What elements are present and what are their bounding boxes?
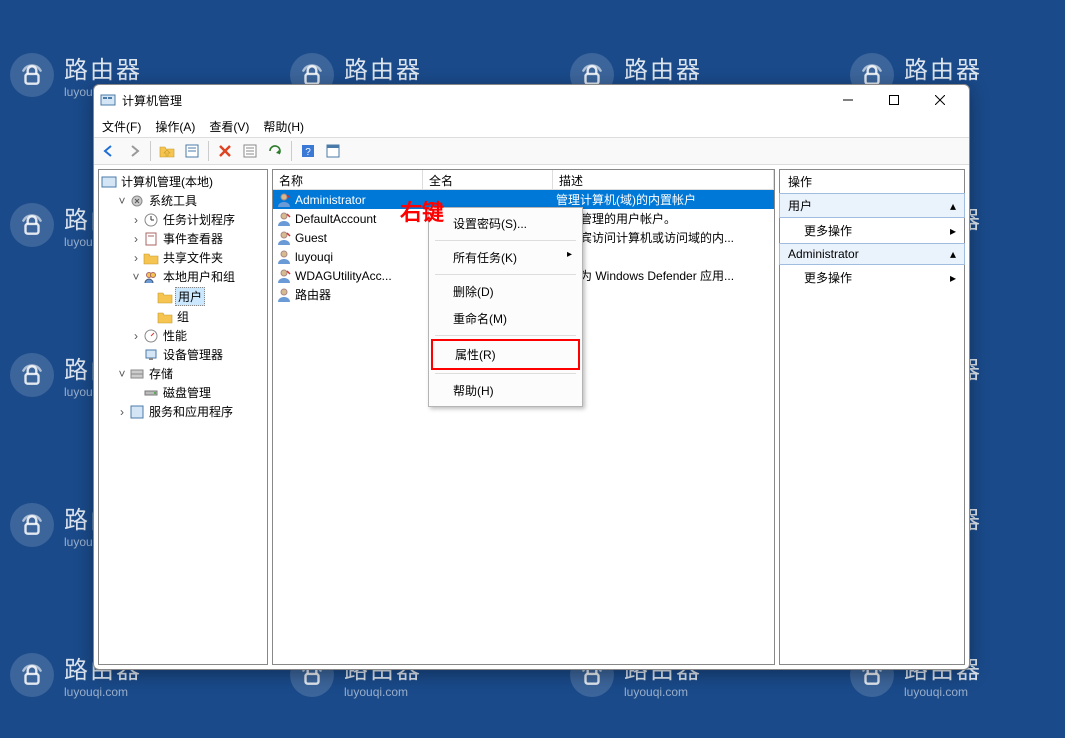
tree-task[interactable]: ›任务计划程序 xyxy=(129,210,265,229)
minimize-button[interactable] xyxy=(825,86,871,114)
ctx-delete[interactable]: 删除(D) xyxy=(431,278,580,305)
tree-groups[interactable]: 组 xyxy=(143,307,265,326)
col-desc[interactable]: 描述 xyxy=(553,170,774,189)
actions-section-users[interactable]: 用户▴ xyxy=(779,193,965,218)
actions-pane: 操作 用户▴ 更多操作▸ Administrator▴ 更多操作▸ xyxy=(779,169,965,665)
forward-button[interactable] xyxy=(123,140,145,162)
tree-perf[interactable]: ›性能 xyxy=(129,326,265,345)
user-icon xyxy=(276,287,292,303)
maximize-button[interactable] xyxy=(871,86,917,114)
refresh-button[interactable] xyxy=(264,140,286,162)
svg-text:?: ? xyxy=(305,147,311,158)
menu-help[interactable]: 帮助(H) xyxy=(257,116,310,137)
menu-file[interactable]: 文件(F) xyxy=(96,116,147,137)
tree-devmgr[interactable]: 设备管理器 xyxy=(129,345,265,364)
tree-users[interactable]: 用户 xyxy=(143,286,265,307)
ctx-setpwd[interactable]: 设置密码(S)... xyxy=(431,210,580,237)
actions-more-2[interactable]: 更多操作▸ xyxy=(780,264,964,291)
app-icon xyxy=(100,92,116,108)
export-button[interactable] xyxy=(322,140,344,162)
user-icon xyxy=(276,192,292,208)
menubar: 文件(F) 操作(A) 查看(V) 帮助(H) xyxy=(94,115,969,137)
user-icon xyxy=(276,268,292,284)
help-button[interactable]: ? xyxy=(297,140,319,162)
back-button[interactable] xyxy=(98,140,120,162)
annotation-rightclick: 右键 xyxy=(400,195,444,227)
tree-shared[interactable]: ›共享文件夹 xyxy=(129,248,265,267)
close-button[interactable] xyxy=(917,86,963,114)
collapse-icon: ▴ xyxy=(950,199,956,213)
tree-pane: 计算机管理(本地) ˅系统工具 ›任务计划程序 ›事件查看器 ›共享文件夹 ˅本… xyxy=(98,169,268,665)
tree-root[interactable]: 计算机管理(本地) xyxy=(101,172,265,191)
collapse-icon: ▴ xyxy=(950,247,956,261)
ctx-help[interactable]: 帮助(H) xyxy=(431,377,580,404)
actions-section-admin[interactable]: Administrator▴ xyxy=(779,243,965,265)
menu-action[interactable]: 操作(A) xyxy=(149,116,201,137)
list-button[interactable] xyxy=(239,140,261,162)
toolbar: ? xyxy=(94,137,969,165)
ctx-props[interactable]: 属性(R) xyxy=(431,339,580,370)
window-title: 计算机管理 xyxy=(122,92,825,109)
ctx-rename[interactable]: 重命名(M) xyxy=(431,305,580,332)
menu-view[interactable]: 查看(V) xyxy=(203,116,255,137)
up-button[interactable] xyxy=(156,140,178,162)
col-fullname[interactable]: 全名 xyxy=(423,170,553,189)
tree-event[interactable]: ›事件查看器 xyxy=(129,229,265,248)
user-icon xyxy=(276,249,292,265)
user-icon xyxy=(276,211,292,227)
actions-more-1[interactable]: 更多操作▸ xyxy=(780,217,964,244)
list-header: 名称 全名 描述 xyxy=(273,170,774,190)
context-menu: 设置密码(S)... 所有任务(K) 删除(D) 重命名(M) 属性(R) 帮助… xyxy=(428,207,583,407)
props-button[interactable] xyxy=(181,140,203,162)
tree-storage[interactable]: ˅存储 xyxy=(115,364,265,383)
titlebar[interactable]: 计算机管理 xyxy=(94,85,969,115)
tree-services[interactable]: ›服务和应用程序 xyxy=(115,402,265,421)
delete-button[interactable] xyxy=(214,140,236,162)
ctx-alltasks[interactable]: 所有任务(K) xyxy=(431,244,580,271)
tree-systools[interactable]: ˅系统工具 xyxy=(115,191,265,210)
col-name[interactable]: 名称 xyxy=(273,170,423,189)
user-icon xyxy=(276,230,292,246)
tree-localusers[interactable]: ˅本地用户和组 xyxy=(129,267,265,286)
actions-title: 操作 xyxy=(780,170,964,194)
tree-disk[interactable]: 磁盘管理 xyxy=(129,383,265,402)
